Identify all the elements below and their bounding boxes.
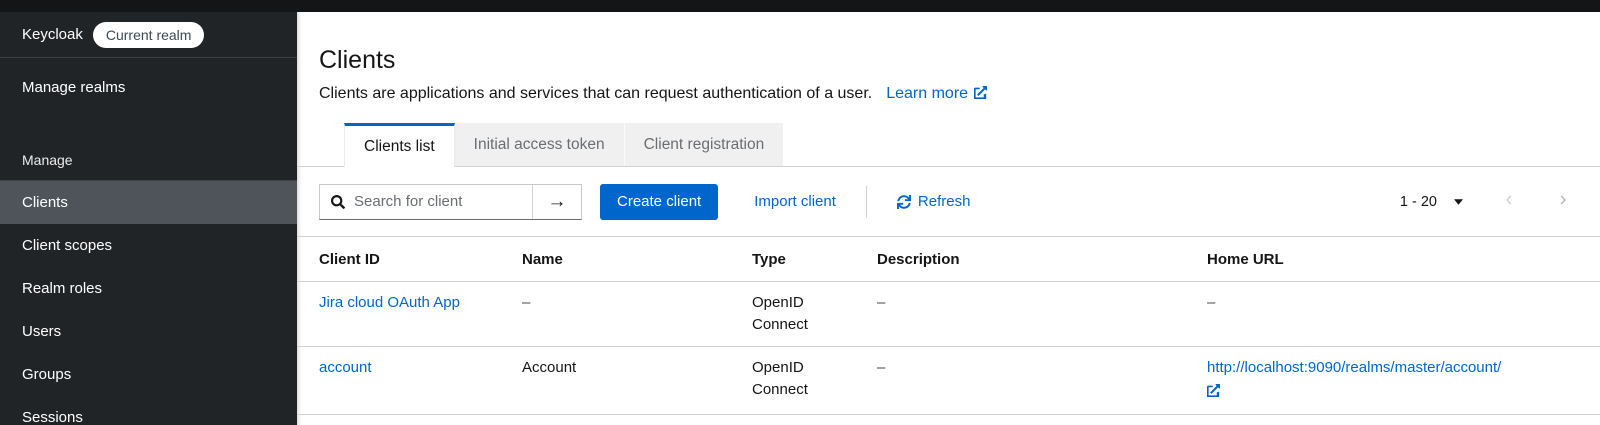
client-id-link[interactable]: Jira cloud OAuth App — [319, 294, 460, 311]
client-id-link[interactable]: account — [319, 359, 372, 376]
sidebar-item-client-scopes[interactable]: Client scopes — [0, 224, 297, 267]
search-group: → — [319, 183, 582, 220]
pagination-range: 1 - 20 — [1399, 193, 1437, 210]
keycloak-admin-console: Keycloak Current realm Manage realms Man… — [0, 0, 1600, 425]
tab-clients-list[interactable]: Clients list — [344, 123, 455, 167]
client-type-cell: OpenID Connect — [752, 281, 877, 347]
column-type: Type — [752, 237, 877, 282]
client-description-cell: – — [877, 281, 1207, 347]
learn-more-link[interactable]: Learn more — [886, 85, 988, 104]
external-link-icon — [974, 86, 988, 104]
pagination: 1 - 20 — [1400, 189, 1575, 214]
kebab-menu-icon[interactable] — [1551, 292, 1571, 308]
client-name-cell: – — [522, 281, 752, 347]
sidebar-item-users[interactable]: Users — [0, 310, 297, 353]
table-header-row: Client ID Name Type Description Home URL — [297, 237, 1600, 282]
search-icon — [331, 194, 345, 209]
refresh-button[interactable]: Refresh — [896, 193, 970, 210]
tab-client-registration[interactable]: Client registration — [623, 123, 784, 166]
table-row: account Account OpenID Connect – http://… — [297, 346, 1600, 415]
client-type-cell: OpenID Connect — [752, 346, 877, 415]
page-title: Clients — [319, 46, 396, 74]
column-actions — [1537, 237, 1600, 282]
column-home-url: Home URL — [1207, 237, 1537, 282]
clients-table: Client ID Name Type Description Home URL… — [297, 237, 1600, 425]
search-input[interactable] — [354, 193, 532, 210]
page-description: Clients are applications and services th… — [319, 85, 1576, 104]
pagination-next-button[interactable] — [1551, 189, 1575, 214]
client-home-url-cell: http://localhost:9090/realms/master/acco… — [1207, 346, 1537, 415]
page-header: Clients Clients are applications and ser… — [297, 12, 1600, 104]
table-row — [297, 415, 1600, 425]
client-name-cell: Account — [522, 346, 752, 415]
column-description: Description — [877, 237, 1207, 282]
current-realm-badge[interactable]: Current realm — [92, 21, 205, 48]
clients-tabs: Clients list Initial access token Client… — [297, 123, 1600, 167]
import-client-link[interactable]: Import client — [754, 193, 836, 210]
pagination-prev-button[interactable] — [1497, 189, 1521, 214]
toolbar-divider — [865, 185, 867, 218]
arrow-right-icon: → — [547, 190, 567, 212]
search-submit-button[interactable]: → — [532, 184, 581, 219]
table-row: Jira cloud OAuth App – OpenID Connect – … — [297, 281, 1600, 347]
client-description-cell: – — [877, 346, 1207, 415]
keycloak-brand: Keycloak — [22, 26, 83, 43]
client-home-url-cell: – — [1207, 281, 1537, 347]
sidebar-masthead: Keycloak Current realm — [0, 12, 297, 58]
manage-realms-label: Manage realms — [22, 79, 126, 96]
tab-initial-access-token[interactable]: Initial access token — [454, 123, 624, 166]
refresh-icon — [896, 194, 911, 209]
kebab-menu-icon[interactable] — [1551, 357, 1571, 373]
sidebar-item-sessions[interactable]: Sessions — [0, 396, 297, 425]
sidebar-item-manage-realms[interactable]: Manage realms — [0, 66, 297, 109]
column-client-id: Client ID — [297, 237, 522, 282]
chevron-left-icon — [1503, 195, 1515, 210]
top-black-strip — [0, 0, 1600, 12]
external-link-icon — [1207, 382, 1521, 404]
main-content: Clients Clients are applications and ser… — [297, 12, 1600, 425]
home-url-link[interactable]: http://localhost:9090/realms/master/acco… — [1207, 359, 1521, 404]
sidebar-item-clients[interactable]: Clients — [0, 181, 297, 224]
sidebar: Keycloak Current realm Manage realms Man… — [0, 12, 297, 425]
caret-down-icon[interactable] — [1450, 195, 1467, 209]
chevron-right-icon — [1557, 195, 1569, 210]
sidebar-item-realm-roles[interactable]: Realm roles — [0, 267, 297, 310]
clients-toolbar: → Create client Import client Refresh 1 … — [297, 167, 1600, 237]
sidebar-item-groups[interactable]: Groups — [0, 353, 297, 396]
create-client-button[interactable]: Create client — [600, 183, 719, 220]
sidebar-nav: Clients Client scopes Realm roles Users … — [0, 181, 297, 425]
column-name: Name — [522, 237, 752, 282]
sidebar-section-manage: Manage — [22, 152, 73, 168]
